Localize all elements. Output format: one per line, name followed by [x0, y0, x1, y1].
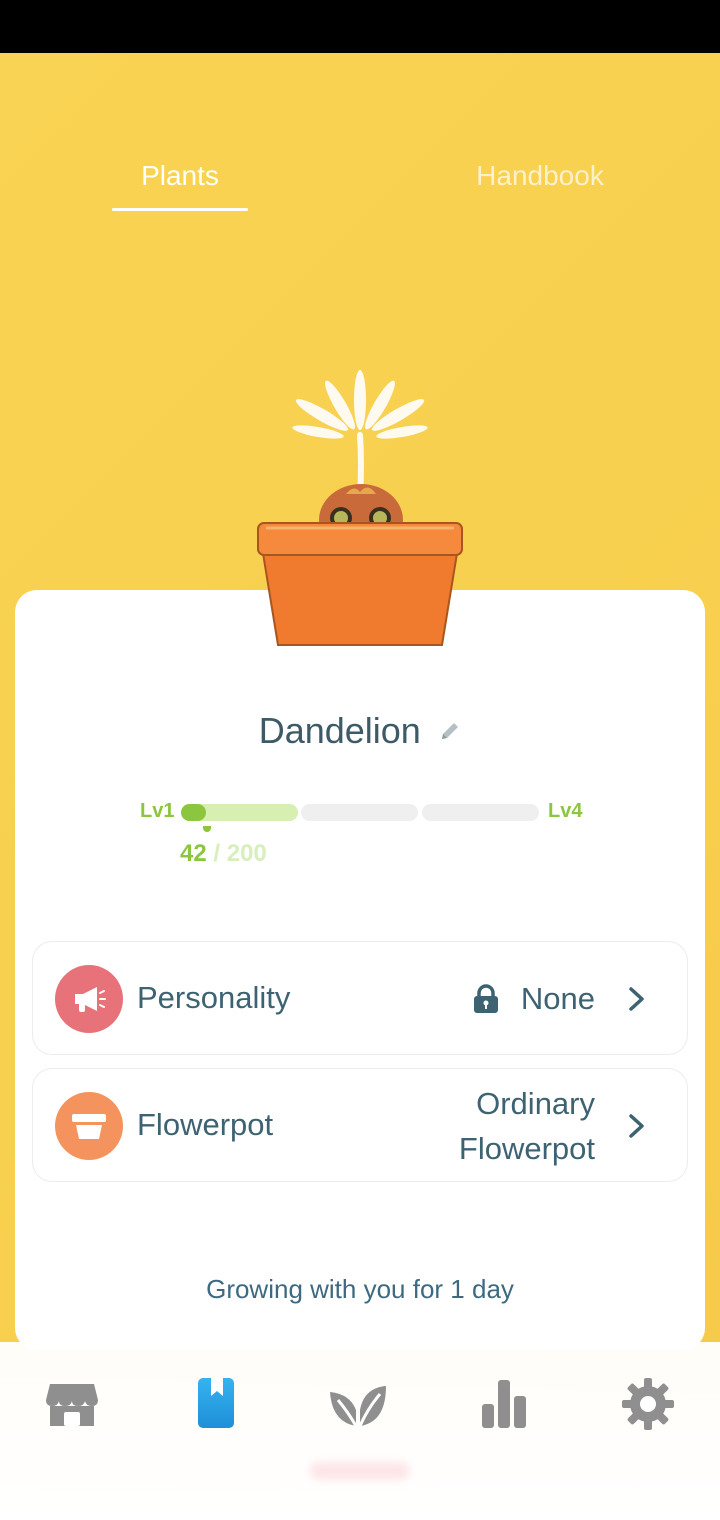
chevron-right-icon: [629, 1114, 644, 1138]
dandelion-seed-fluff: [292, 370, 428, 498]
plant-name-row: Dandelion: [0, 710, 720, 752]
bottom-nav: [0, 1342, 720, 1520]
chevron-right-icon: [629, 987, 644, 1011]
xp-counter: 42 / 200: [180, 840, 267, 868]
level-progress: Lv1 Lv4: [0, 800, 720, 826]
plant-illustration: [257, 370, 463, 646]
flowerpot-value: Ordinary Flowerpot: [459, 1081, 595, 1171]
xp-total: 200: [226, 840, 267, 867]
progress-segment-3: [422, 804, 539, 821]
level-start-label: Lv1: [140, 800, 175, 822]
personality-value: None: [520, 981, 595, 1016]
tab-bar: Plants Handbook: [0, 160, 720, 220]
personality-row[interactable]: Personality None: [32, 941, 688, 1055]
xp-current: 42: [180, 840, 207, 867]
flowerpot: [257, 522, 463, 646]
home-indicator: [310, 1462, 410, 1480]
bookmark-icon[interactable]: [186, 1374, 246, 1434]
flowerpot-icon: [55, 1092, 123, 1160]
level-end-label: Lv4: [548, 800, 583, 822]
progress-segment-2: [301, 804, 418, 821]
tab-plants[interactable]: Plants: [112, 160, 248, 192]
lock-icon: [474, 984, 498, 1013]
flowerpot-value-line1: Ordinary: [476, 1086, 595, 1121]
flowerpot-label: Flowerpot: [137, 1107, 274, 1142]
xp-separator: /: [213, 840, 221, 867]
bar-chart-icon[interactable]: [474, 1374, 534, 1434]
growing-duration-text: Growing with you for 1 day: [206, 1274, 514, 1304]
tab-handbook[interactable]: Handbook: [440, 160, 640, 192]
personality-label: Personality: [137, 980, 291, 1015]
gear-icon[interactable]: [618, 1374, 678, 1434]
active-tab-indicator: [112, 208, 248, 211]
leaves-icon[interactable]: [328, 1374, 388, 1434]
flowerpot-value-line2: Flowerpot: [458, 1131, 595, 1166]
store-icon[interactable]: [42, 1374, 102, 1434]
megaphone-icon: [55, 965, 123, 1033]
plant-name: Dandelion: [258, 710, 421, 751]
progress-fill: [181, 804, 206, 821]
flowerpot-row[interactable]: Flowerpot Ordinary Flowerpot: [32, 1068, 688, 1182]
edit-pencil-icon[interactable]: [439, 720, 461, 742]
status-bar: [0, 0, 720, 53]
